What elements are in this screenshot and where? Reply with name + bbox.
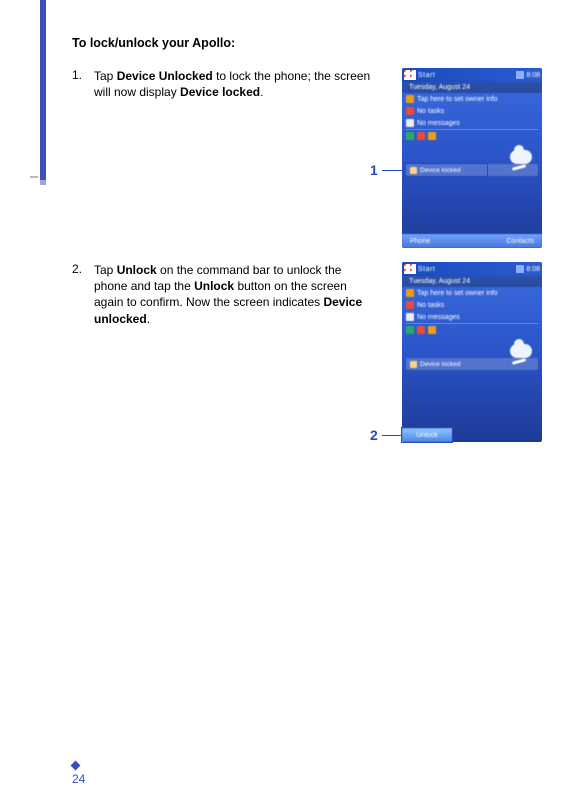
t: Tap xyxy=(94,69,117,83)
date-line: Tuesday, August 24 xyxy=(402,276,542,287)
t: Device locked xyxy=(180,85,260,99)
start-flag-icon xyxy=(404,70,416,80)
side-rule xyxy=(40,0,46,185)
step-2-text: 2. Tap Unlock on the command bar to unlo… xyxy=(72,262,372,327)
row-icon xyxy=(428,132,436,140)
page-content: To lock/unlock your Apollo: 1. Tap Devic… xyxy=(72,0,571,806)
step-2: 2. Tap Unlock on the command bar to unlo… xyxy=(72,262,571,442)
row-icon xyxy=(417,326,425,334)
step-1-body: Tap Device Unlocked to lock the phone; t… xyxy=(94,68,372,100)
row xyxy=(402,130,542,142)
phone-screenshot-1: Start 8:08 Tuesday, August 24 Tap here t… xyxy=(402,68,542,248)
side-tick xyxy=(30,176,38,178)
t: . xyxy=(147,312,150,326)
row-icon xyxy=(406,95,414,103)
row-icon xyxy=(406,119,414,127)
row: Tap here to set owner info xyxy=(402,287,542,299)
row-icon xyxy=(417,132,425,140)
row: No messages xyxy=(402,311,542,323)
row: No tasks xyxy=(402,299,542,311)
step-2-number: 2. xyxy=(72,262,94,327)
date-line: Tuesday, August 24 xyxy=(402,82,542,93)
row: Tap here to set owner info xyxy=(402,93,542,105)
t: Unlock xyxy=(117,263,157,277)
titlebar-text: Start xyxy=(418,72,514,79)
page-footer: 24 xyxy=(72,762,85,786)
weather-area xyxy=(402,336,542,366)
phone-screenshot-2: Start 8:08 Tuesday, August 24 Tap here t… xyxy=(402,262,542,442)
step-1: 1. Tap Device Unlocked to lock the phone… xyxy=(72,68,571,248)
row xyxy=(402,324,542,336)
screenshot-titlebar: Start 8:08 xyxy=(402,262,542,276)
step-1-figure: Start 8:08 Tuesday, August 24 Tap here t… xyxy=(372,68,552,248)
step-2-body: Tap Unlock on the command bar to unlock … xyxy=(94,262,372,327)
callout-1-line xyxy=(382,170,402,171)
t: Tap xyxy=(94,263,117,277)
row-icon xyxy=(406,301,414,309)
step-1-text: 1. Tap Device Unlocked to lock the phone… xyxy=(72,68,372,100)
row-icon xyxy=(406,132,414,140)
command-bar: Phone Contacts xyxy=(402,234,542,248)
clock-text: 8:08 xyxy=(526,266,540,273)
t: . xyxy=(260,85,263,99)
softkey-left: Phone xyxy=(410,238,430,245)
page-number: 24 xyxy=(72,772,85,786)
callout-1-box xyxy=(404,163,488,177)
titlebar-text: Start xyxy=(418,266,514,273)
section-title: To lock/unlock your Apollo: xyxy=(72,36,571,50)
callout-2-line xyxy=(382,435,402,436)
row-icon xyxy=(406,326,414,334)
row-icon xyxy=(406,107,414,115)
row-icon xyxy=(428,326,436,334)
row: No messages xyxy=(402,117,542,129)
row-icon xyxy=(406,289,414,297)
t: Device Unlocked xyxy=(117,69,213,83)
callout-2-number: 2 xyxy=(370,427,378,443)
row: No tasks xyxy=(402,105,542,117)
t: Unlock xyxy=(194,279,234,293)
callout-1-number: 1 xyxy=(370,162,378,178)
signal-icon xyxy=(516,265,524,273)
step-2-figure: Start 8:08 Tuesday, August 24 Tap here t… xyxy=(372,262,552,442)
cloud-icon xyxy=(510,344,532,358)
footer-diamond-icon xyxy=(71,761,81,771)
cloud-icon xyxy=(510,150,532,164)
step-1-number: 1. xyxy=(72,68,94,100)
clock-text: 8:08 xyxy=(526,72,540,79)
signal-icon xyxy=(516,71,524,79)
screenshot-titlebar: Start 8:08 xyxy=(402,68,542,82)
callout-2-box xyxy=(401,427,453,443)
row-icon xyxy=(406,313,414,321)
start-flag-icon xyxy=(404,264,416,274)
softkey-right: Contacts xyxy=(506,238,534,245)
